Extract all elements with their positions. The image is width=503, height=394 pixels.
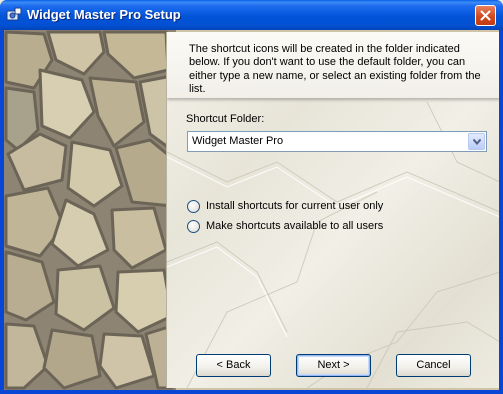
- setup-window: Widget Master Pro Setup The shortcut ico…: [0, 0, 503, 394]
- dropdown-button[interactable]: [468, 133, 485, 150]
- window-title: Widget Master Pro Setup: [27, 7, 181, 22]
- setup-app-icon: [6, 7, 22, 21]
- shortcut-folder-combobox[interactable]: Widget Master Pro: [187, 131, 487, 152]
- back-button[interactable]: < Back: [196, 354, 271, 377]
- cancel-button[interactable]: Cancel: [396, 354, 471, 377]
- radio-all-users-label[interactable]: Make shortcuts available to all users: [206, 220, 383, 232]
- next-button[interactable]: Next >: [296, 354, 371, 377]
- close-button[interactable]: [475, 5, 496, 26]
- flagstone-side-image: [4, 30, 176, 390]
- chevron-down-icon: [473, 139, 481, 145]
- radio-current-user[interactable]: [187, 200, 200, 213]
- instructions-text: The shortcut icons will be created in th…: [189, 43, 481, 96]
- close-icon: [480, 10, 491, 21]
- shortcut-folder-value[interactable]: Widget Master Pro: [192, 135, 283, 147]
- wizard-body: The shortcut icons will be created in th…: [4, 30, 499, 390]
- shortcut-folder-label: Shortcut Folder:: [186, 113, 265, 125]
- radio-all-users[interactable]: [187, 220, 200, 233]
- instructions-banner: The shortcut icons will be created in th…: [167, 32, 499, 98]
- radio-current-user-label[interactable]: Install shortcuts for current user only: [206, 200, 383, 212]
- title-bar[interactable]: Widget Master Pro Setup: [0, 0, 503, 30]
